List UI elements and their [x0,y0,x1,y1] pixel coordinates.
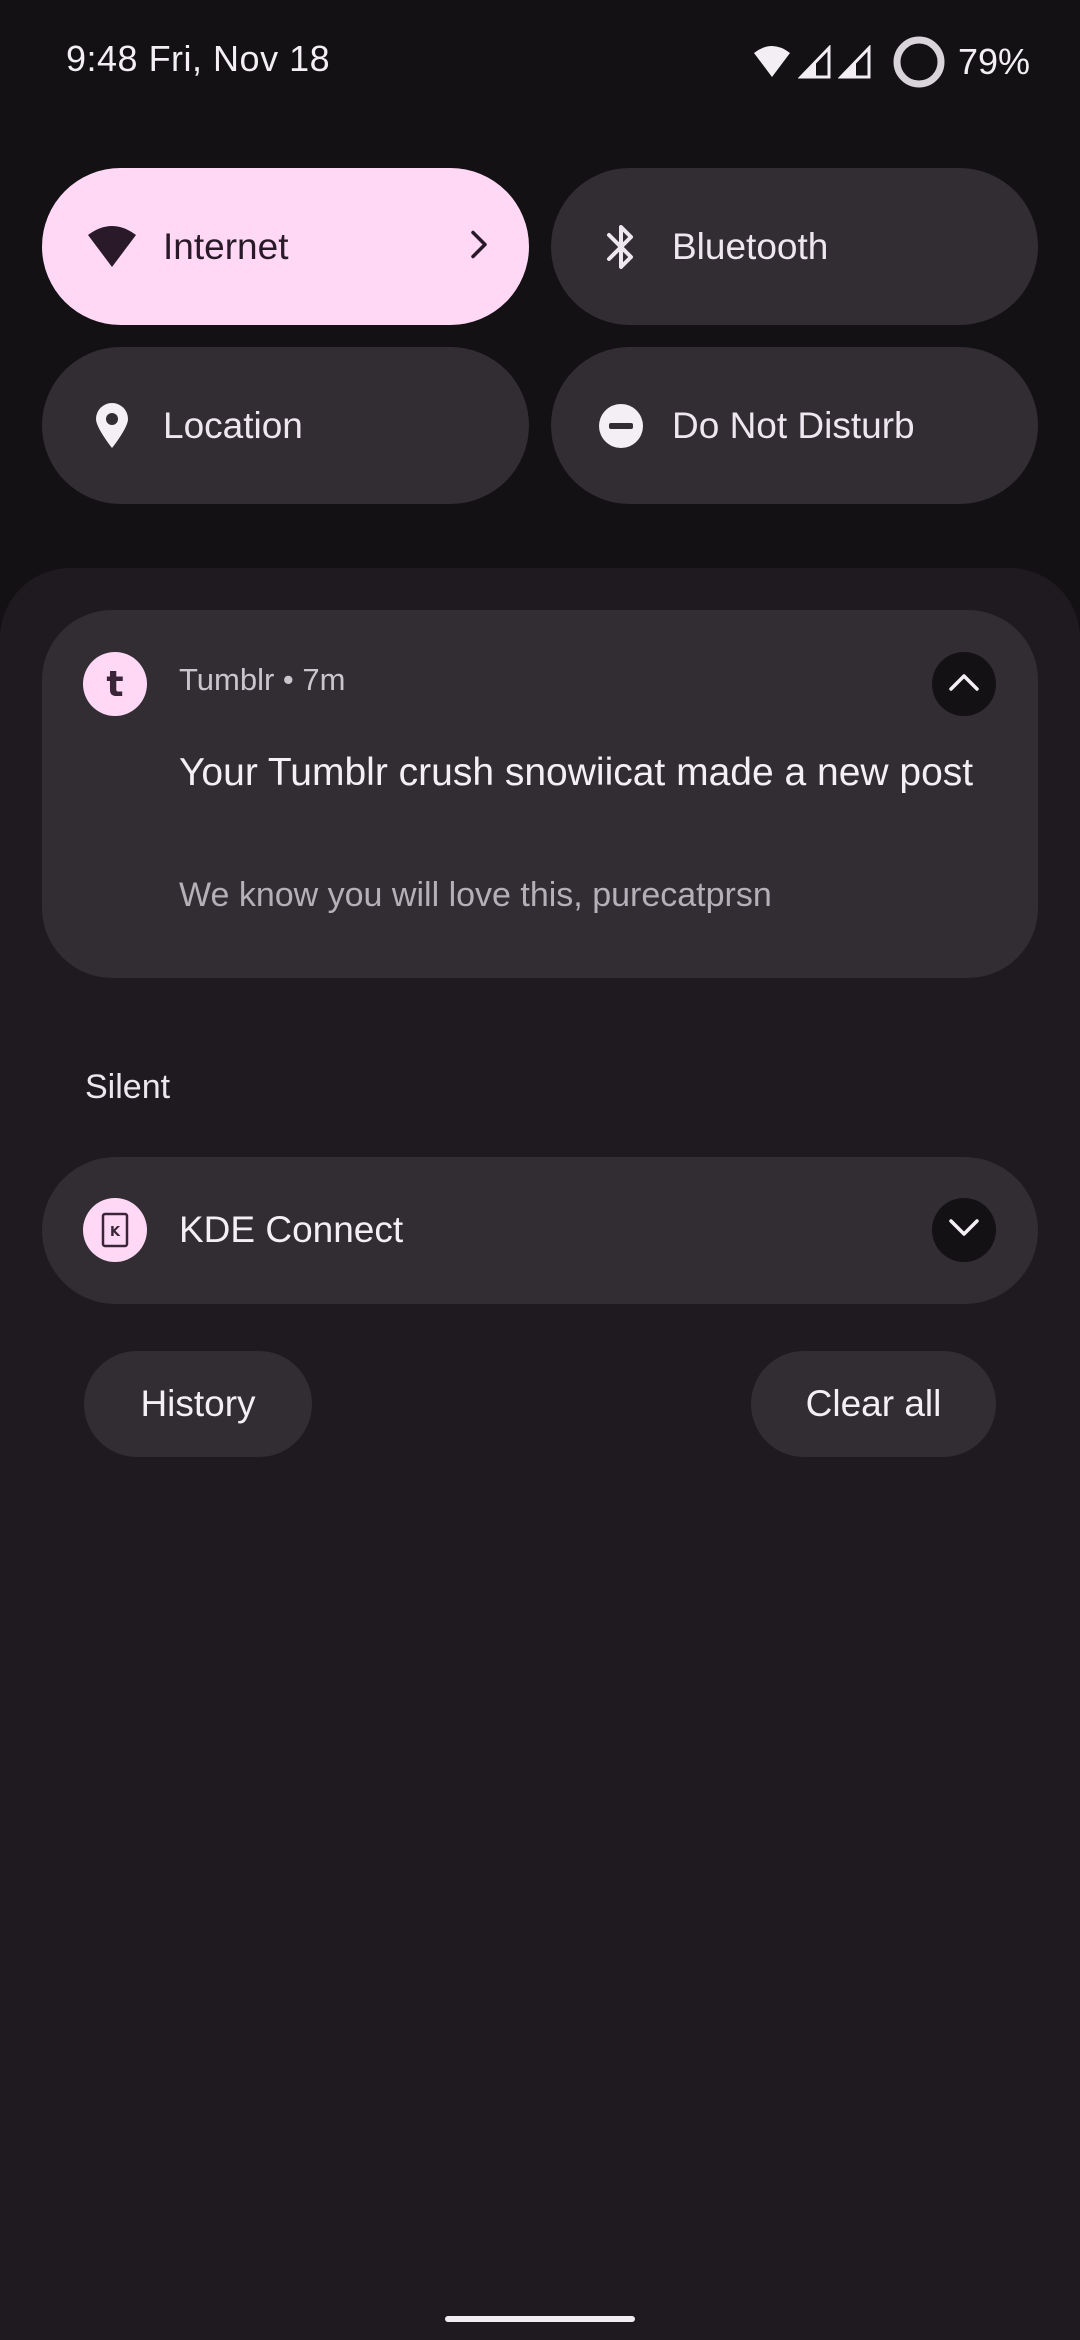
svg-text:K: K [110,1225,121,1240]
notification-title: Your Tumblr crush snowiicat made a new p… [179,751,974,794]
wifi-icon [752,45,792,79]
history-button[interactable]: History [84,1351,312,1457]
kde-connect-label: KDE Connect [179,1209,404,1250]
chevron-right-icon[interactable] [467,228,491,265]
cell-signal-icon [837,45,872,79]
tile-label: Do Not Disturb [672,404,915,446]
tile-bluetooth[interactable]: Bluetooth [551,168,1038,325]
notification-kde-connect[interactable]: K KDE Connect [42,1157,1038,1304]
status-time: 9:48 Fri, Nov 18 [66,38,331,79]
tile-internet[interactable]: Internet [42,168,529,325]
tile-label: Internet [163,225,289,267]
cell-signal-icon [797,45,832,79]
status-icons: 79% [752,34,1030,90]
chevron-up-icon [947,671,981,698]
bluetooth-icon [593,219,649,275]
tile-do-not-disturb[interactable]: Do Not Disturb [551,347,1038,504]
location-pin-icon [84,398,140,454]
clear-all-button[interactable]: Clear all [751,1351,996,1457]
expand-button[interactable] [932,1198,996,1262]
notification-text: We know you will love this, purecatprsn [179,876,772,914]
status-bar: 9:48 Fri, Nov 18 79% [0,0,1080,125]
collapse-button[interactable] [932,652,996,716]
tumblr-app-icon: t [83,652,147,716]
notification-tumblr[interactable]: t Tumblr • 7m Your Tumblr crush snowiica… [42,610,1038,978]
notification-header: Tumblr • 7m [179,662,346,697]
gesture-nav-handle[interactable] [445,2316,635,2322]
section-heading-silent: Silent [85,1068,171,1106]
wifi-icon [84,219,140,275]
do-not-disturb-icon [593,398,649,454]
kde-connect-app-icon: K [83,1198,147,1262]
chevron-down-icon [947,1217,981,1244]
tile-label: Location [163,404,303,446]
battery-percent: 79% [957,41,1030,82]
tile-location[interactable]: Location [42,347,529,504]
battery-ring-icon [892,35,946,89]
tile-label: Bluetooth [672,225,829,267]
